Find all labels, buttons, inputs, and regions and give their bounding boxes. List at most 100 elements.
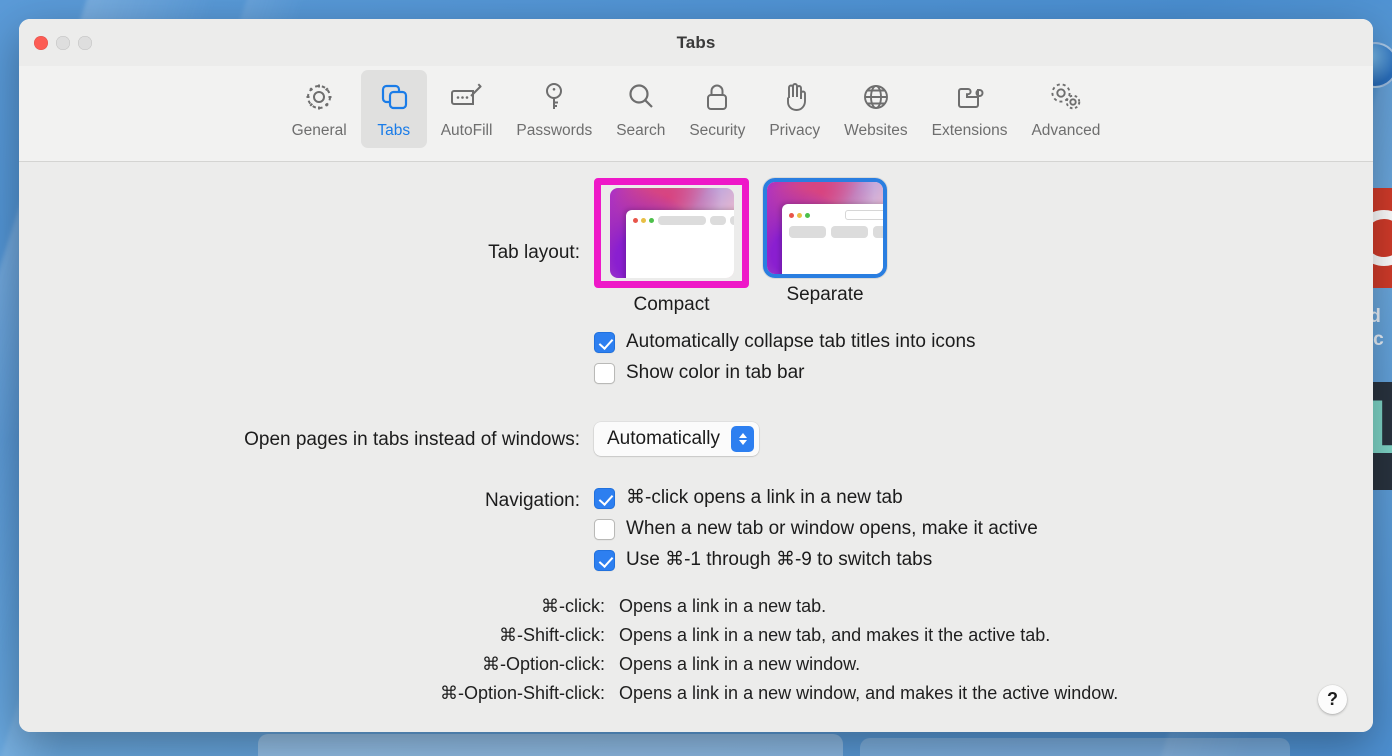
cmd-number-switch-tabs-checkbox[interactable] — [594, 549, 615, 571]
preferences-toolbar: General Tabs AutoFill Passwords Search S… — [19, 66, 1373, 162]
toolbar-item-advanced[interactable]: Advanced — [1021, 70, 1110, 148]
open-pages-label: Open pages in tabs instead of windows: — [244, 429, 580, 450]
shortcut-help-row: ⌘-Option-Shift-click: Opens a link in a … — [19, 680, 1373, 707]
tab-options-group: Automatically collapse tab titles into i… — [594, 330, 1373, 385]
minimize-button[interactable] — [56, 35, 70, 50]
mini-maximize-dot — [648, 217, 654, 223]
help-button[interactable]: ? — [1318, 685, 1347, 714]
checkbox-label: ⌘-click opens a link in a new tab — [626, 487, 903, 508]
checkbox-row-collapse-titles[interactable]: Automatically collapse tab titles into i… — [594, 330, 1373, 354]
mini-minimize-dot — [797, 212, 803, 218]
collapse-tab-titles-checkbox[interactable] — [594, 331, 615, 353]
toolbar-item-search[interactable]: Search — [606, 70, 675, 148]
toolbar-item-tabs[interactable]: Tabs — [360, 70, 427, 148]
puzzle-icon — [951, 76, 989, 118]
search-icon — [622, 76, 660, 118]
navigation-label: Navigation: — [484, 490, 580, 511]
preferences-window: Tabs General Tabs AutoFill Passwords Sea… — [19, 19, 1373, 732]
compact-thumbnail — [609, 188, 734, 278]
separate-tab-bar — [789, 226, 883, 239]
mini-tab-pill — [873, 226, 883, 239]
stepper-icon[interactable] — [731, 426, 754, 452]
window-title: Tabs — [676, 32, 716, 52]
separate-thumbnail — [767, 182, 883, 274]
chevron-down-icon — [738, 440, 747, 445]
toolbar-item-label: Advanced — [1031, 122, 1101, 139]
checkbox-label: Automatically collapse tab titles into i… — [626, 331, 976, 352]
autofill-icon — [447, 76, 487, 118]
mini-tab-pill — [657, 215, 706, 225]
close-button[interactable] — [34, 35, 48, 50]
lock-icon — [698, 76, 736, 118]
shortcut-description: Opens a link in a new tab, and makes it … — [619, 625, 1051, 645]
background-window-edge — [860, 738, 1290, 756]
toolbar-item-general[interactable]: General — [282, 70, 357, 148]
shortcut-help-row: ⌘-click: Opens a link in a new tab. — [19, 593, 1373, 620]
mini-close-dot — [632, 217, 638, 223]
toolbar-item-autofill[interactable]: AutoFill — [431, 70, 503, 148]
toolbar-item-label: Tabs — [377, 122, 411, 139]
cmd-click-new-tab-checkbox[interactable] — [594, 487, 615, 509]
open-pages-value: Automatically — [607, 428, 720, 449]
checkbox-label: When a new tab or window opens, make it … — [626, 518, 1038, 539]
maximize-button[interactable] — [78, 35, 92, 50]
mini-browser-window — [625, 209, 734, 278]
toolbar-item-extensions[interactable]: Extensions — [922, 70, 1018, 148]
globe-icon — [857, 76, 895, 118]
mini-tab-pill — [831, 226, 869, 239]
tab-layout-option-compact[interactable]: Compact — [594, 178, 749, 316]
tab-layout-row: Tab layout: Compact Separate Automatical… — [19, 178, 1373, 392]
mini-traffic-lights — [789, 212, 811, 218]
open-pages-row: Open pages in tabs instead of windows: A… — [19, 422, 1373, 456]
toolbar-item-label: Extensions — [931, 122, 1008, 139]
window-titlebar: Tabs — [19, 19, 1373, 66]
toolbar-item-label: Privacy — [769, 122, 821, 139]
show-color-checkbox[interactable] — [594, 362, 615, 384]
shortcut-description: Opens a link in a new window. — [619, 654, 861, 674]
shortcut-key: ⌘-Option-click: — [481, 654, 605, 674]
shortcut-key: ⌘-Option-Shift-click: — [439, 683, 605, 703]
mini-tab-pill — [729, 215, 734, 225]
tab-layout-choices: Compact Separate — [594, 178, 1373, 316]
mini-browser-window — [782, 204, 883, 274]
compact-thumbnail-frame[interactable] — [594, 178, 749, 288]
open-pages-dropdown[interactable]: Automatically — [594, 422, 759, 456]
toolbar-item-passwords[interactable]: Passwords — [506, 70, 602, 148]
shortcut-help-row: ⌘-Shift-click: Opens a link in a new tab… — [19, 622, 1373, 649]
toolbar-item-privacy[interactable]: Privacy — [759, 70, 830, 148]
separate-toolbar-row — [789, 210, 883, 221]
tab-layout-label: Tab layout: — [488, 242, 580, 263]
shortcut-key: ⌘-Shift-click: — [498, 625, 605, 645]
checkbox-label: Use ⌘-1 through ⌘-9 to switch tabs — [626, 549, 933, 570]
separate-thumbnail-frame[interactable] — [763, 178, 887, 278]
tabs-icon — [375, 76, 413, 118]
preferences-content: Tab layout: Compact Separate Automatical… — [19, 162, 1373, 732]
key-icon — [535, 76, 573, 118]
shortcut-help-table: ⌘-click: Opens a link in a new tab. ⌘-Sh… — [19, 593, 1373, 707]
traffic-lights — [34, 35, 92, 50]
mini-tab-pill — [709, 215, 726, 225]
toolbar-item-security[interactable]: Security — [679, 70, 755, 148]
toolbar-item-label: Search — [616, 122, 666, 139]
toolbar-item-label: Security — [689, 122, 746, 139]
hand-icon — [776, 76, 814, 118]
background-window-edge — [258, 734, 843, 756]
tab-layout-option-separate[interactable]: Separate — [763, 178, 887, 316]
shortcut-description: Opens a link in a new window, and makes … — [619, 683, 1119, 703]
toolbar-item-websites[interactable]: Websites — [834, 70, 917, 148]
mini-close-dot — [789, 212, 795, 218]
toolbar-item-label: AutoFill — [440, 122, 493, 139]
navigation-row: Navigation: ⌘-click opens a link in a ne… — [19, 486, 1373, 579]
mini-minimize-dot — [640, 217, 646, 223]
make-new-tab-active-checkbox[interactable] — [594, 518, 615, 540]
mini-maximize-dot — [805, 212, 811, 218]
tab-layout-option-label: Separate — [786, 284, 864, 305]
shortcut-key: ⌘-click: — [541, 596, 605, 616]
checkbox-row-show-color[interactable]: Show color in tab bar — [594, 361, 1373, 385]
checkbox-row-cmd-click[interactable]: ⌘-click opens a link in a new tab — [594, 486, 1373, 510]
mini-traffic-lights — [632, 217, 654, 223]
gears-icon — [1045, 76, 1087, 118]
checkbox-row-switch-tabs[interactable]: Use ⌘-1 through ⌘-9 to switch tabs — [594, 548, 1373, 572]
checkbox-row-make-active[interactable]: When a new tab or window opens, make it … — [594, 517, 1373, 541]
checkbox-label: Show color in tab bar — [626, 362, 805, 383]
